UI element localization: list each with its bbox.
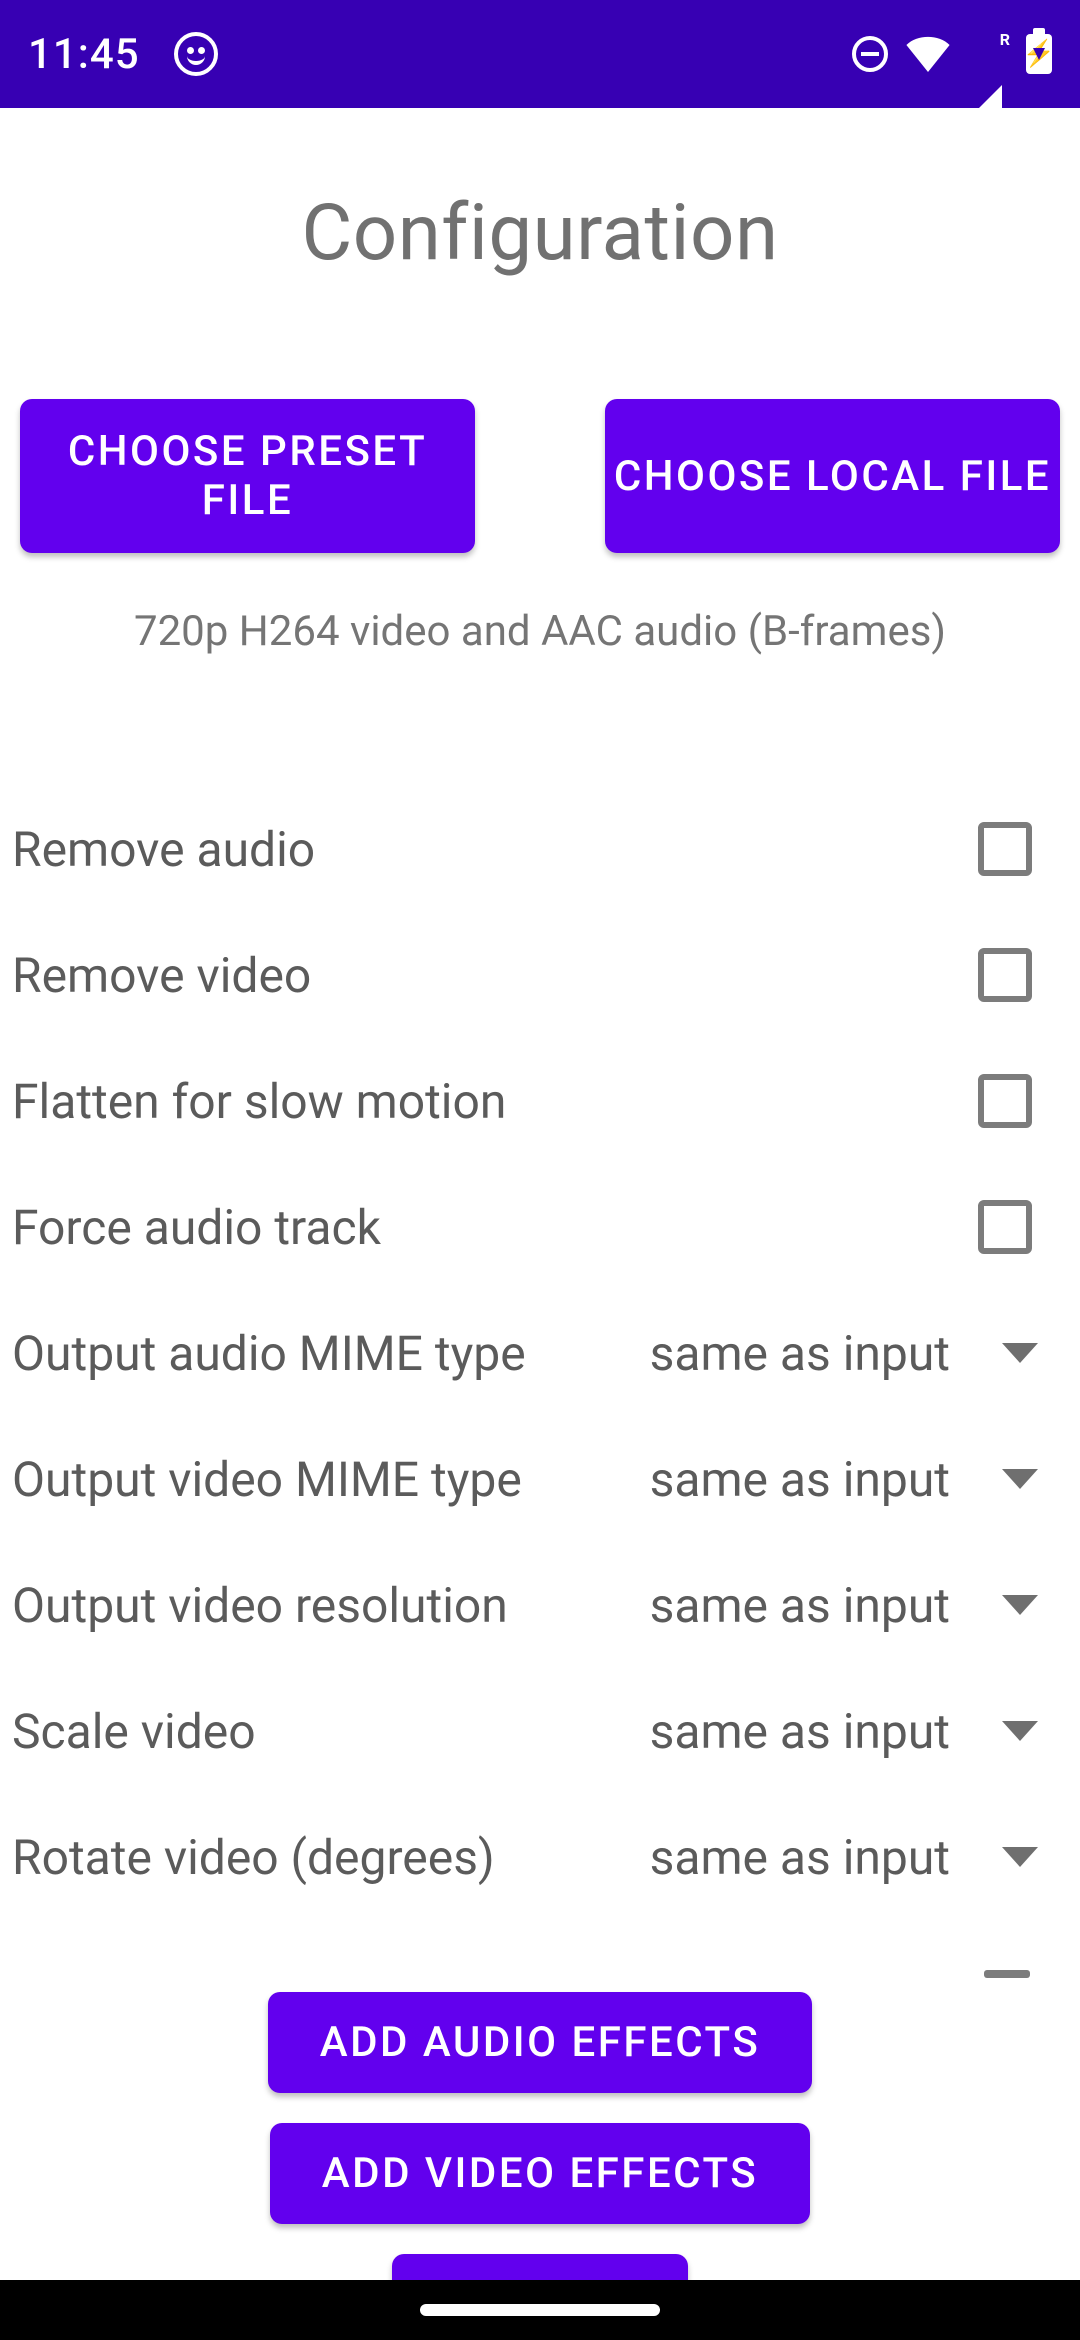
force-audio-track-checkbox[interactable]	[978, 1200, 1032, 1254]
chevron-down-icon	[1002, 1721, 1038, 1741]
remove-audio-label: Remove audio	[12, 821, 315, 878]
remove-video-checkbox[interactable]	[978, 948, 1032, 1002]
output-audio-mime-label: Output audio MIME type	[12, 1325, 526, 1382]
partial-row	[0, 1920, 1080, 1978]
output-audio-mime-dropdown[interactable]: same as input	[650, 1325, 1038, 1382]
scale-video-row[interactable]: Scale video same as input	[0, 1668, 1080, 1794]
content-area: Configuration CHOOSE PRESET FILE CHOOSE …	[0, 108, 1080, 2280]
output-video-resolution-value: same as input	[650, 1577, 950, 1634]
remove-video-row[interactable]: Remove video	[0, 912, 1080, 1038]
cellular-signal-icon: R	[968, 36, 1008, 72]
export-button[interactable]: EXPORT	[392, 2254, 688, 2280]
output-video-resolution-row[interactable]: Output video resolution same as input	[0, 1542, 1080, 1668]
navigation-bar	[0, 2280, 1080, 2340]
scale-video-label: Scale video	[12, 1703, 256, 1760]
action-buttons: ADD AUDIO EFFECTS ADD VIDEO EFFECTS EXPO…	[0, 1992, 1080, 2280]
chevron-down-icon	[1002, 1469, 1038, 1489]
output-audio-mime-value: same as input	[650, 1325, 950, 1382]
profile-face-icon	[174, 32, 218, 76]
page-title: Configuration	[0, 188, 1080, 279]
force-audio-track-label: Force audio track	[12, 1199, 381, 1256]
choose-preset-file-button[interactable]: CHOOSE PRESET FILE	[20, 399, 475, 553]
remove-audio-checkbox[interactable]	[978, 822, 1032, 876]
remove-video-label: Remove video	[12, 947, 311, 1004]
scale-video-value: same as input	[650, 1703, 950, 1760]
wifi-icon	[906, 36, 950, 72]
rotate-video-row[interactable]: Rotate video (degrees) same as input	[0, 1794, 1080, 1920]
output-video-mime-label: Output video MIME type	[12, 1451, 522, 1508]
flatten-slow-motion-row[interactable]: Flatten for slow motion	[0, 1038, 1080, 1164]
battery-charging-icon: ⚡	[1026, 34, 1052, 74]
output-video-mime-dropdown[interactable]: same as input	[650, 1451, 1038, 1508]
status-clock: 11:45	[28, 30, 140, 79]
flatten-slow-motion-checkbox[interactable]	[978, 1074, 1032, 1128]
rotate-video-value: same as input	[650, 1829, 950, 1886]
selected-file-description: 720p H264 video and AAC audio (B-frames)	[0, 607, 1080, 656]
file-select-row: CHOOSE PRESET FILE CHOOSE LOCAL FILE	[0, 399, 1080, 553]
chevron-down-icon	[1002, 1343, 1038, 1363]
remove-audio-row[interactable]: Remove audio	[0, 786, 1080, 912]
minus-icon	[984, 1970, 1030, 1978]
status-bar: 11:45 R ⚡	[0, 0, 1080, 108]
output-video-mime-row[interactable]: Output video MIME type same as input	[0, 1416, 1080, 1542]
add-audio-effects-button[interactable]: ADD AUDIO EFFECTS	[268, 1992, 813, 2093]
add-video-effects-button[interactable]: ADD VIDEO EFFECTS	[270, 2123, 810, 2224]
output-video-resolution-label: Output video resolution	[12, 1577, 508, 1634]
output-video-mime-value: same as input	[650, 1451, 950, 1508]
rotate-video-label: Rotate video (degrees)	[12, 1829, 495, 1886]
rotate-video-dropdown[interactable]: same as input	[650, 1829, 1038, 1886]
do-not-disturb-icon	[852, 36, 888, 72]
flatten-slow-motion-label: Flatten for slow motion	[12, 1073, 506, 1130]
chevron-down-icon	[1002, 1595, 1038, 1615]
output-video-resolution-dropdown[interactable]: same as input	[650, 1577, 1038, 1634]
nav-handle[interactable]	[420, 2304, 660, 2316]
output-audio-mime-row[interactable]: Output audio MIME type same as input	[0, 1290, 1080, 1416]
scale-video-dropdown[interactable]: same as input	[650, 1703, 1038, 1760]
force-audio-track-row[interactable]: Force audio track	[0, 1164, 1080, 1290]
chevron-down-icon	[1002, 1847, 1038, 1867]
choose-local-file-button[interactable]: CHOOSE LOCAL FILE	[605, 399, 1060, 553]
